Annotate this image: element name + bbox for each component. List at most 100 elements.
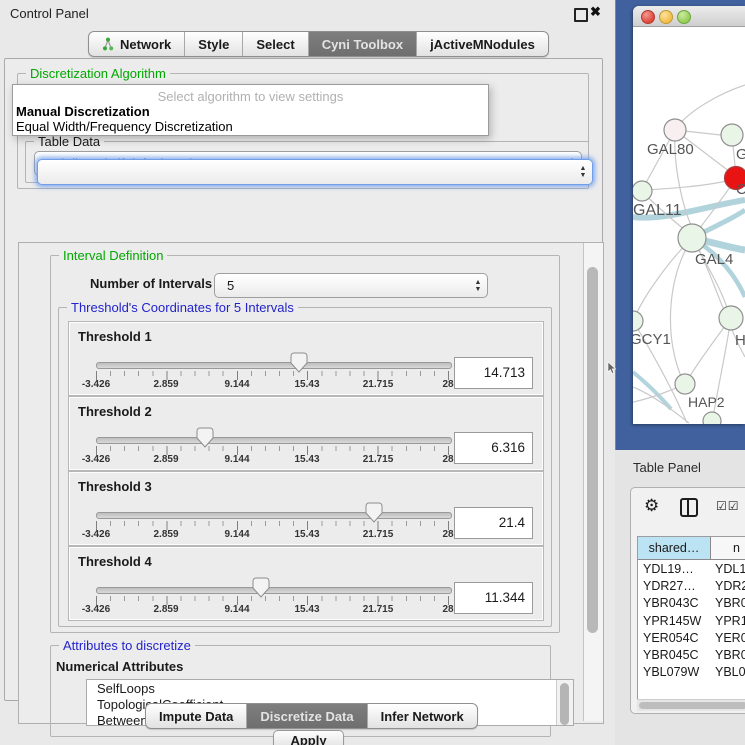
zoom-traffic-light-icon[interactable] bbox=[677, 10, 691, 24]
node-gal11[interactable] bbox=[633, 181, 652, 201]
tab-infer-network[interactable]: Infer Network bbox=[368, 704, 477, 728]
node-gcy1[interactable] bbox=[633, 311, 643, 331]
threshold-3-panel: Threshold 3 -3.4262.8599.14415.4321.7152… bbox=[68, 471, 544, 546]
table-row[interactable]: YBR043C YBR0 bbox=[638, 595, 745, 612]
tab-discretize-data[interactable]: Discretize Data bbox=[247, 704, 367, 728]
threshold-2-slider[interactable] bbox=[96, 437, 452, 444]
algorithm-combobox[interactable]: ▲▼ bbox=[37, 159, 593, 185]
tick-label: 15.43 bbox=[294, 529, 319, 540]
select-columns-icon[interactable]: ☑☑ bbox=[716, 499, 740, 513]
node-gal4[interactable] bbox=[678, 224, 706, 252]
number-of-intervals-combobox[interactable]: 5 ▲▼ bbox=[214, 273, 488, 298]
tab-impute-data[interactable]: Impute Data bbox=[146, 704, 247, 728]
algorithm-dropdown-popup: Select algorithm to view settings Manual… bbox=[12, 84, 489, 136]
scrollbar-thumb[interactable] bbox=[639, 702, 745, 709]
table-row[interactable]: YLR345W YLR3 bbox=[638, 681, 745, 682]
table-row[interactable]: YPR145W YPR1 bbox=[638, 612, 745, 629]
mouse-cursor bbox=[607, 362, 617, 374]
tick-label: 9.144 bbox=[224, 604, 249, 615]
node-label-gal4: GAL4 bbox=[695, 251, 733, 268]
discretization-algorithm-label: Discretization Algorithm bbox=[26, 66, 170, 81]
minimize-traffic-light-icon[interactable] bbox=[659, 10, 673, 24]
node-label-hap2: HAP2 bbox=[688, 394, 725, 410]
table-row[interactable]: YBL079W YBL0 bbox=[638, 664, 745, 681]
network-window-titlebar[interactable] bbox=[633, 6, 745, 27]
tick-label: 21.715 bbox=[363, 454, 394, 465]
tick-label: 21.715 bbox=[363, 379, 394, 390]
screen: Control Panel ✖ Network Style Select Cyn… bbox=[0, 0, 745, 745]
table-row[interactable]: YDR27… YDR2 bbox=[638, 577, 745, 594]
table-row[interactable]: YDL19… YDL1 bbox=[638, 560, 745, 577]
menu-item-equal-width-frequency[interactable]: Equal Width/Frequency Discretization bbox=[16, 119, 233, 134]
threshold-4-label: Threshold 4 bbox=[78, 554, 152, 569]
threshold-1-value-field[interactable]: 14.713 bbox=[454, 357, 533, 389]
table-header-row: shared… n bbox=[638, 537, 745, 560]
threshold-1-slider-thumb[interactable] bbox=[290, 352, 308, 373]
node-gal80[interactable] bbox=[664, 119, 686, 141]
scrollbar-thumb[interactable] bbox=[587, 267, 598, 633]
attributes-group-label: Attributes to discretize bbox=[59, 638, 195, 653]
tick-label: 2.859 bbox=[153, 529, 178, 540]
tab-network[interactable]: Network bbox=[89, 32, 185, 56]
threshold-4-value-field[interactable]: 11.344 bbox=[454, 582, 533, 614]
tick-label: 15.43 bbox=[294, 604, 319, 615]
node-label-h: H bbox=[735, 332, 745, 349]
node-bottom-partial[interactable] bbox=[703, 412, 721, 424]
menu-item-manual-discretization[interactable]: Manual Discretization bbox=[16, 104, 150, 119]
table-data-label: Table Data bbox=[34, 134, 104, 149]
threshold-1-slider[interactable] bbox=[96, 362, 452, 369]
threshold-4-slider[interactable] bbox=[96, 587, 452, 594]
apply-button[interactable]: Apply bbox=[273, 730, 344, 745]
thresholds-group-label: Threshold's Coordinates for 5 Intervals bbox=[67, 300, 298, 315]
interval-definition-label: Interval Definition bbox=[59, 248, 167, 263]
network-view-window[interactable]: GAL80 GA C GAL11 GAL4 GCY1 H HAP2 bbox=[633, 6, 745, 424]
tick-label: -3.426 bbox=[82, 604, 110, 615]
bottom-tab-bar: Impute Data Discretize Data Infer Networ… bbox=[145, 703, 478, 729]
node-top-right[interactable] bbox=[721, 124, 743, 146]
threshold-2-slider-thumb[interactable] bbox=[196, 427, 214, 448]
tab-cyni-toolbox[interactable]: Cyni Toolbox bbox=[309, 32, 417, 56]
tab-jactivemnodules[interactable]: jActiveMNodules bbox=[417, 32, 548, 56]
table-row[interactable]: YBR045C YBR0 bbox=[638, 646, 745, 663]
settings-scroll-viewport: Interval Definition Number of Intervals … bbox=[18, 242, 604, 724]
column-header-shared-name[interactable]: shared… bbox=[638, 537, 711, 559]
tick-label: 15.43 bbox=[294, 379, 319, 390]
tick-label: 28 bbox=[442, 454, 453, 465]
network-canvas[interactable]: GAL80 GA C GAL11 GAL4 GCY1 H HAP2 bbox=[633, 27, 745, 424]
gear-icon[interactable]: ⚙ bbox=[644, 496, 659, 516]
float-window-icon[interactable] bbox=[574, 8, 588, 22]
cyni-toolbox-content: Discretization Algorithm ▲▼ Table Data g… bbox=[4, 58, 603, 701]
node-hap2[interactable] bbox=[675, 374, 695, 394]
tick-label: -3.426 bbox=[82, 454, 110, 465]
column-header-name[interactable]: n bbox=[711, 537, 745, 559]
threshold-3-value-field[interactable]: 21.4 bbox=[454, 507, 533, 539]
threshold-3-slider[interactable] bbox=[96, 512, 452, 519]
node-h[interactable] bbox=[719, 306, 743, 330]
node-label-gal11: GAL11 bbox=[633, 202, 682, 219]
settings-vertical-scrollbar[interactable] bbox=[583, 243, 603, 721]
threshold-2-value-field[interactable]: 6.316 bbox=[454, 432, 533, 464]
control-panel-titlebar: Control Panel ✖ bbox=[0, 0, 617, 26]
close-icon[interactable]: ✖ bbox=[590, 4, 601, 20]
table-panel-title: Table Panel bbox=[633, 460, 701, 475]
threshold-3-slider-thumb[interactable] bbox=[365, 502, 383, 523]
list-scrollbar[interactable] bbox=[556, 680, 573, 725]
list-item[interactable]: SelfLoops bbox=[87, 680, 573, 696]
table-row[interactable]: YER054C YER0 bbox=[638, 629, 745, 646]
table-horizontal-scrollbar[interactable] bbox=[637, 699, 745, 711]
network-icon bbox=[102, 37, 115, 51]
popup-hint: Select algorithm to view settings bbox=[13, 89, 488, 104]
tab-style[interactable]: Style bbox=[185, 32, 243, 56]
combo-stepper-icon: ▲▼ bbox=[469, 279, 487, 293]
columns-icon[interactable] bbox=[680, 498, 698, 517]
tick-label: 21.715 bbox=[363, 604, 394, 615]
threshold-4-slider-thumb[interactable] bbox=[252, 577, 270, 598]
node-label-gcy1: GCY1 bbox=[633, 331, 671, 348]
table-panel: ⚙ ☑☑ shared… n YDL19… YDL1 YDR27… YDR2 Y… bbox=[630, 487, 745, 714]
node-table[interactable]: shared… n YDL19… YDL1 YDR27… YDR2 YBR043… bbox=[637, 536, 745, 700]
close-traffic-light-icon[interactable] bbox=[641, 10, 655, 24]
tab-select[interactable]: Select bbox=[243, 32, 308, 56]
table-body: YDL19… YDL1 YDR27… YDR2 YBR043C YBR0 YPR… bbox=[638, 560, 745, 682]
tick-label: -3.426 bbox=[82, 529, 110, 540]
tick-label: 21.715 bbox=[363, 529, 394, 540]
